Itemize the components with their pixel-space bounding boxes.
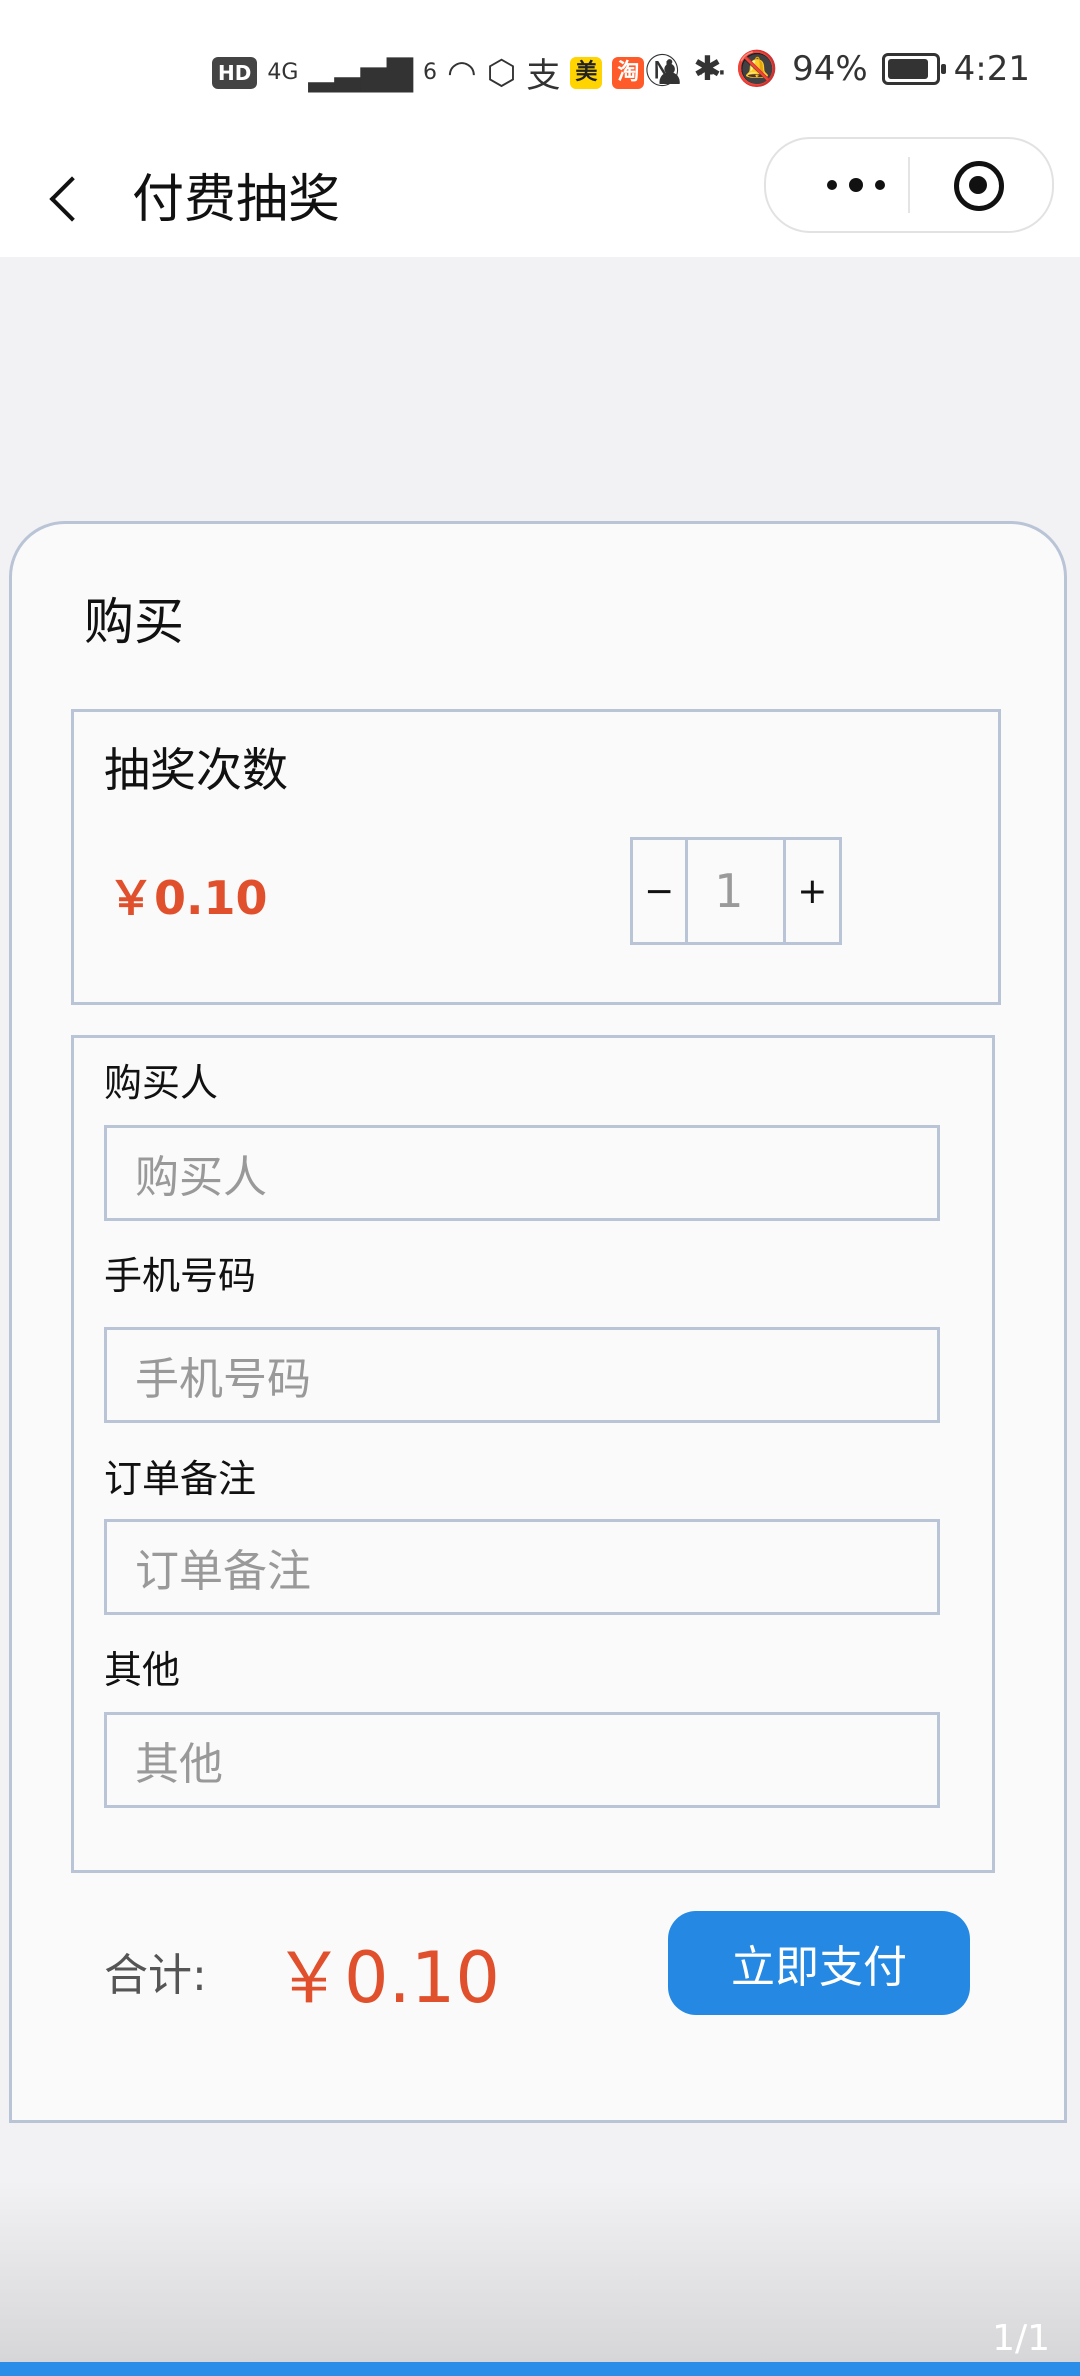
status-bar-right-icons: Ⓝ ✱ 🔕 94% 4:21 bbox=[645, 44, 1030, 93]
hexagon-app-icon: ⬡ bbox=[486, 52, 517, 93]
purchase-card: 购买 抽奖次数 ￥0.10 − 1 + 购买人 购买人 手机号码 手机号码 订单… bbox=[9, 521, 1067, 2123]
other-input[interactable]: 其他 bbox=[104, 1712, 940, 1808]
more-menu-icon[interactable] bbox=[806, 171, 906, 199]
battery-percent: 94% bbox=[792, 48, 868, 89]
lottery-count-section: 抽奖次数 ￥0.10 − 1 + bbox=[71, 709, 1001, 1005]
page-title: 付费抽奖 bbox=[132, 170, 341, 230]
taobao-icon: 淘 bbox=[612, 56, 645, 89]
note-label: 订单备注 bbox=[104, 1457, 257, 1501]
bluetooth-icon: ✱ bbox=[693, 48, 722, 89]
phone-label: 手机号码 bbox=[104, 1254, 257, 1298]
total-amount: ￥0.10 bbox=[274, 1937, 500, 2019]
total-label: 合计: bbox=[104, 1950, 207, 2001]
network-type: 4G bbox=[267, 60, 299, 85]
clock: 4:21 bbox=[953, 48, 1030, 89]
note-input[interactable]: 订单备注 bbox=[104, 1519, 940, 1615]
bottom-fade bbox=[0, 2180, 1080, 2376]
bottom-progress-bar bbox=[0, 2362, 1080, 2376]
alipay-icon: 支 bbox=[526, 56, 561, 96]
signal-icon: ▂▃▅▇ bbox=[308, 52, 413, 93]
status-bar: HD 4G ▂▃▅▇ 6 ◠ ⬡ 支 美 淘 ♟ ··· Ⓝ ✱ 🔕 94% 4… bbox=[0, 0, 1080, 135]
buyer-label: 购买人 bbox=[104, 1061, 219, 1105]
nav-bar: 付费抽奖 bbox=[0, 135, 1080, 257]
card-title: 购买 bbox=[84, 593, 184, 651]
mute-icon: 🔕 bbox=[735, 48, 779, 89]
other-label: 其他 bbox=[104, 1648, 181, 1692]
decrement-button[interactable]: − bbox=[630, 837, 689, 945]
battery-icon bbox=[881, 52, 946, 85]
capsule-divider bbox=[908, 157, 910, 213]
back-arrow-icon[interactable] bbox=[36, 155, 96, 235]
nfc-icon: Ⓝ bbox=[645, 52, 680, 92]
hd-badge: HD bbox=[212, 56, 258, 89]
buyer-input[interactable]: 购买人 bbox=[104, 1125, 940, 1221]
page-indicator: 1/1 bbox=[992, 2318, 1050, 2359]
increment-button[interactable]: + bbox=[782, 837, 842, 945]
miniprogram-capsule bbox=[764, 137, 1054, 233]
close-target-icon[interactable] bbox=[954, 161, 1004, 211]
signal-small-label: 6 bbox=[422, 60, 437, 85]
phone-input[interactable]: 手机号码 bbox=[104, 1327, 940, 1423]
buyer-info-form: 购买人 购买人 手机号码 手机号码 订单备注 订单备注 其他 其他 bbox=[71, 1035, 995, 1873]
quantity-input[interactable]: 1 bbox=[685, 837, 786, 945]
wifi-icon: ◠ bbox=[446, 52, 477, 93]
quantity-stepper: − 1 + bbox=[630, 837, 842, 945]
lottery-count-title: 抽奖次数 bbox=[104, 743, 288, 797]
meituan-icon: 美 bbox=[570, 56, 603, 89]
pay-now-button[interactable]: 立即支付 bbox=[668, 1911, 970, 2015]
unit-price: ￥0.10 bbox=[108, 871, 268, 925]
